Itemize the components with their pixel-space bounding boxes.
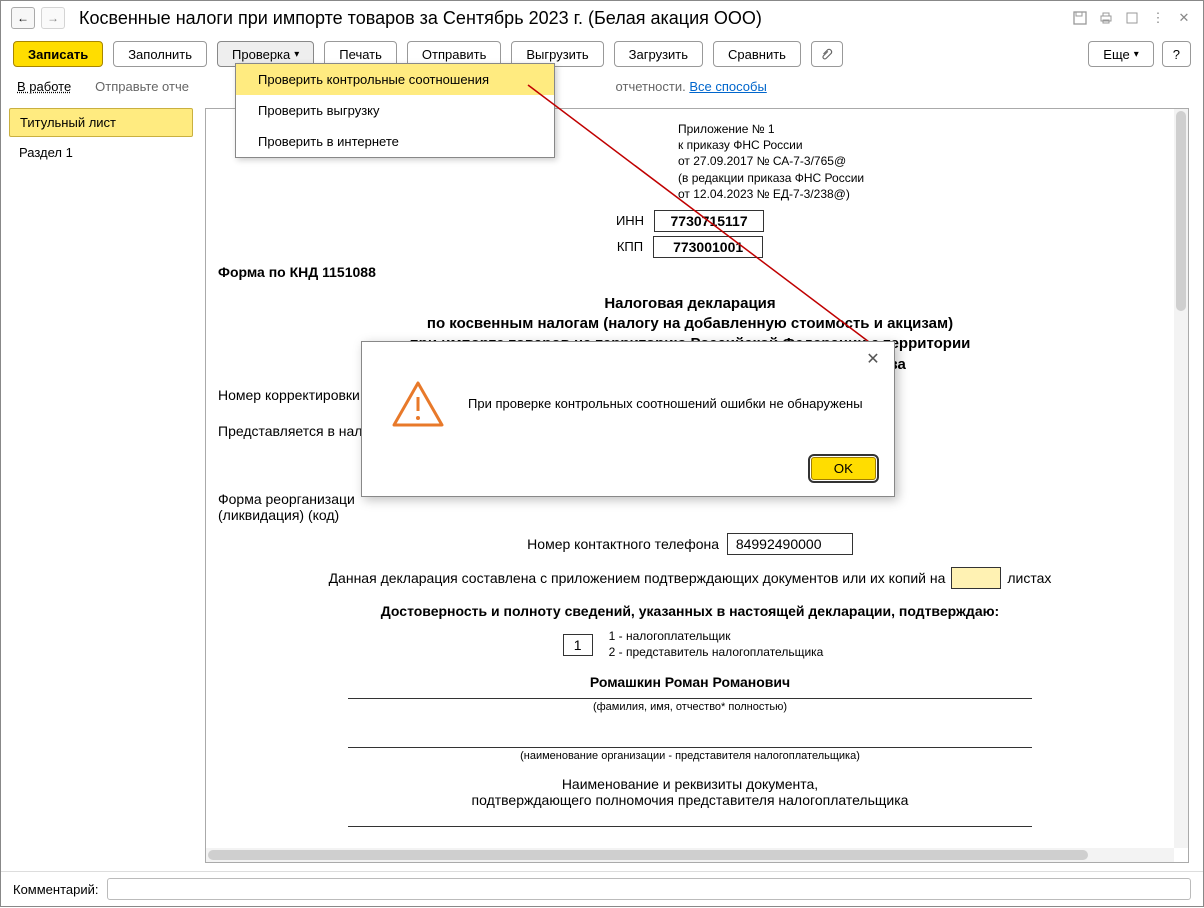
sidebar-item-title-page[interactable]: Титульный лист	[9, 108, 193, 137]
menu-item-check-ratios[interactable]: Проверить контрольные соотношения	[236, 64, 554, 95]
kpp-field[interactable]: 773001001	[653, 236, 763, 258]
result-dialog: ✕ При проверке контрольных соотношений о…	[361, 341, 895, 497]
attachment-block: Приложение № 1 к приказу ФНС России от 2…	[678, 121, 1162, 202]
close-icon[interactable]: ✕	[1175, 9, 1193, 27]
sheets-pre: Данная декларация составлена с приложени…	[329, 570, 946, 586]
scrollbar-vertical[interactable]	[1174, 109, 1188, 848]
doc-name: Наименование и реквизиты документа, подт…	[218, 776, 1162, 808]
kebab-icon[interactable]: ⋮	[1149, 9, 1167, 27]
nav-forward-button[interactable]: →	[41, 7, 65, 29]
comment-label: Комментарий:	[13, 882, 99, 897]
inn-field[interactable]: 7730715117	[654, 210, 764, 232]
kpp-label: КПП	[617, 239, 643, 254]
save-icon[interactable]	[1071, 9, 1089, 27]
write-button[interactable]: Записать	[13, 41, 103, 67]
dialog-close-button[interactable]: ✕	[864, 350, 882, 368]
dialog-ok-button[interactable]: OK	[811, 457, 876, 480]
load-button[interactable]: Загрузить	[614, 41, 703, 67]
sidebar-item-section-1[interactable]: Раздел 1	[9, 139, 193, 166]
print-icon[interactable]	[1097, 9, 1115, 27]
confirm-text: Достоверность и полноту сведений, указан…	[381, 603, 999, 619]
nav-back-button[interactable]: ←	[11, 7, 35, 29]
status-label[interactable]: В работе	[17, 79, 71, 94]
fio: Ромашкин Роман Романович	[218, 674, 1162, 690]
menu-item-check-unload[interactable]: Проверить выгрузку	[236, 95, 554, 126]
form-code: Форма по КНД 1151088	[218, 264, 1162, 280]
dialog-message: При проверке контрольных соотношений оши…	[468, 396, 863, 411]
paperclip-icon	[820, 47, 834, 61]
comment-input[interactable]	[107, 878, 1192, 900]
fio-note: (фамилия, имя, отчество* полностью)	[218, 701, 1162, 713]
more-button[interactable]: Еще▾	[1088, 41, 1153, 67]
compare-button[interactable]: Сравнить	[713, 41, 801, 67]
fill-button[interactable]: Заполнить	[113, 41, 207, 67]
window-title: Косвенные налоги при импорте товаров за …	[79, 8, 1065, 29]
attach-button[interactable]	[811, 41, 843, 67]
scrollbar-horizontal[interactable]	[206, 848, 1174, 862]
inn-label: ИНН	[616, 213, 644, 228]
menu-item-check-internet[interactable]: Проверить в интернете	[236, 126, 554, 157]
window-icon[interactable]	[1123, 9, 1141, 27]
sheets-post: листах	[1007, 570, 1051, 586]
who-legend: 1 - налогоплательщик 2 - представитель н…	[609, 629, 824, 660]
check-dropdown-menu: Проверить контрольные соотношения Провер…	[235, 63, 555, 158]
phone-label: Номер контактного телефона	[527, 536, 719, 552]
all-methods-link[interactable]: Все способы	[689, 79, 766, 94]
help-button[interactable]: ?	[1162, 41, 1191, 67]
who-code-field[interactable]: 1	[563, 634, 593, 656]
warning-icon	[390, 379, 446, 429]
phone-field[interactable]: 84992490000	[727, 533, 853, 555]
org-note: (наименование организации - представител…	[218, 750, 1162, 762]
sheets-field[interactable]	[951, 567, 1001, 589]
